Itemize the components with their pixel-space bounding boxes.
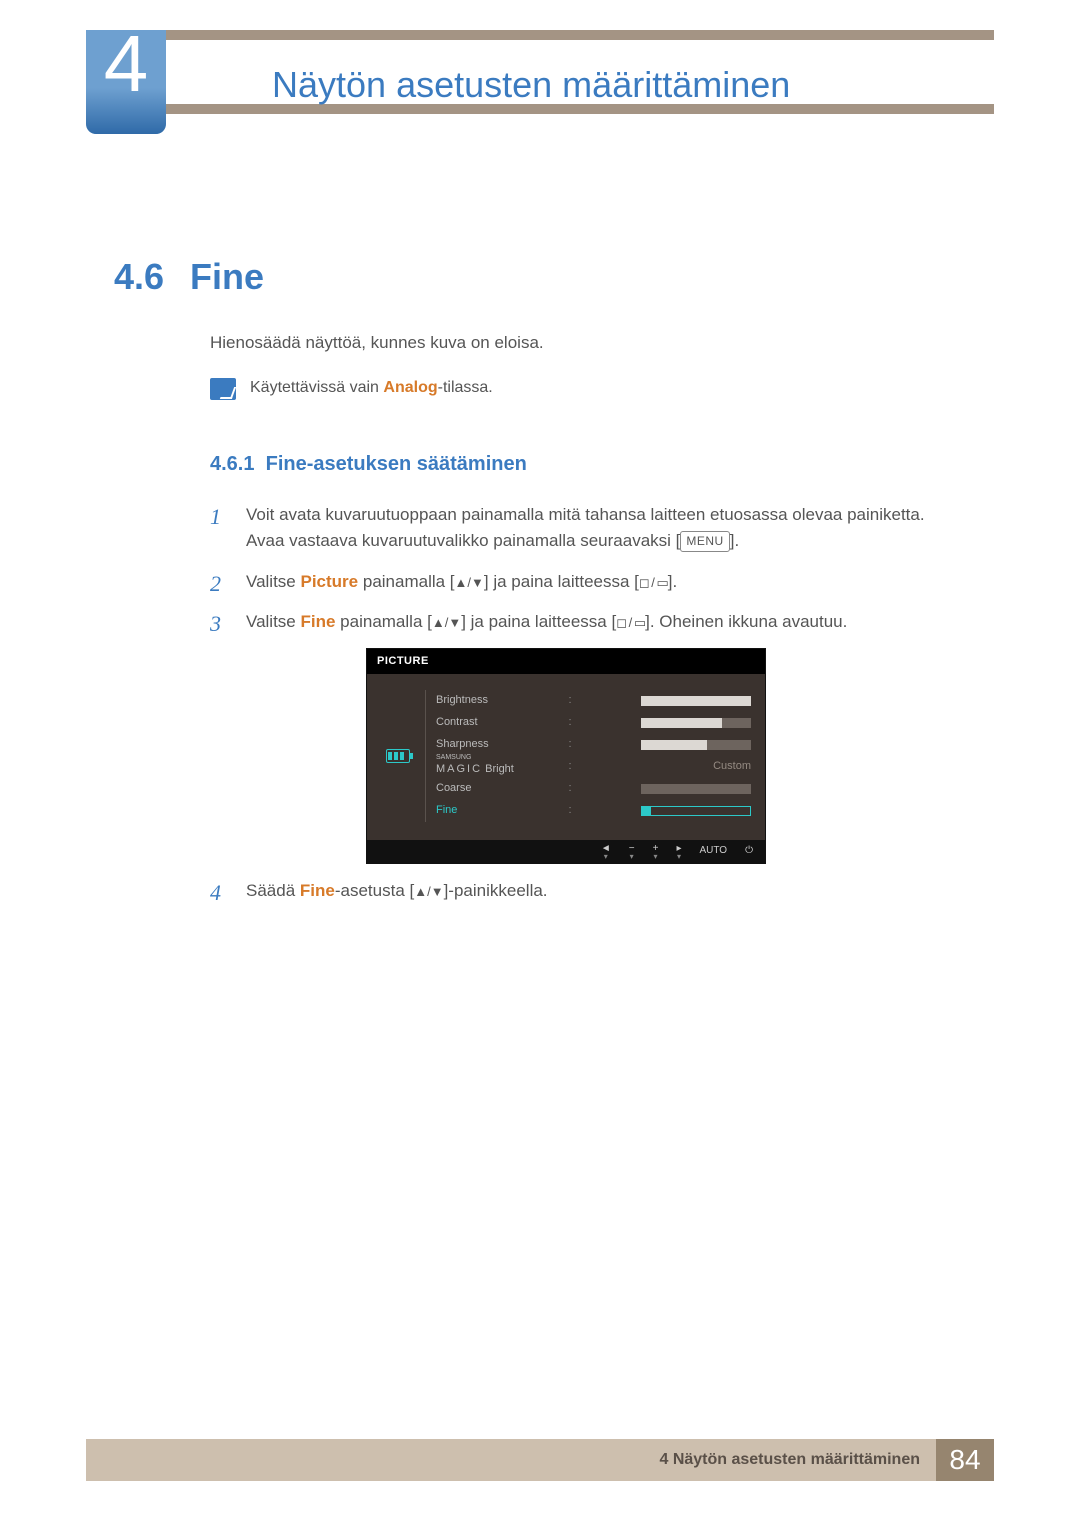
- osd-auto-label: AUTO: [699, 846, 727, 856]
- osd-plus-icon: +▾: [653, 844, 659, 860]
- page-footer: 4 Näytön asetusten määrittäminen 84: [86, 1439, 994, 1481]
- note-icon: [210, 378, 236, 400]
- chapter-badge: 4: [86, 30, 166, 134]
- intro-text: Hienosäädä näyttöä, kunnes kuva on elois…: [210, 330, 962, 356]
- picture-mode-icon: [386, 749, 410, 763]
- step-4: 4 Säädä Fine-asetusta [▲/▼]-painikkeella…: [210, 878, 962, 904]
- osd-title: PICTURE: [367, 649, 765, 674]
- up-down-icon: ▲/▼: [414, 884, 443, 899]
- body: Hienosäädä näyttöä, kunnes kuva on elois…: [210, 330, 962, 919]
- steps-list: 1 Voit avata kuvaruutuoppaan painamalla …: [210, 502, 962, 904]
- osd-coarse-bar: [641, 784, 751, 794]
- menu-button-label: MENU: [680, 531, 729, 552]
- enter-pair-icon: ◻ / ▭: [616, 615, 645, 630]
- osd-coarse-label: Coarse: [436, 780, 471, 797]
- osd-brightness-label: Brightness: [436, 692, 488, 709]
- up-down-icon: ▲/▼: [455, 575, 484, 590]
- osd-back-icon: ◄▾: [601, 844, 611, 860]
- footer-chapter-label: 4 Näytön asetusten määrittäminen: [86, 1439, 936, 1481]
- step-2: 2 Valitse Picture painamalla [▲/▼] ja pa…: [210, 569, 962, 595]
- osd-magic-label: SAMSUNGMAGIC Bright: [436, 755, 514, 778]
- chapter-header: Näytön asetusten määrittäminen 4: [86, 30, 994, 114]
- osd-contrast-label: Contrast: [436, 714, 478, 731]
- osd-power-icon: ⏻: [745, 846, 753, 856]
- note-text: Käytettävissä vain Analog-tilassa.: [250, 376, 493, 401]
- osd-picture-menu: PICTURE Brightness Contrast Sharpness SA…: [366, 648, 766, 865]
- up-down-icon: ▲/▼: [432, 615, 461, 630]
- osd-minus-icon: −▾: [629, 844, 635, 860]
- step-1: 1 Voit avata kuvaruutuoppaan painamalla …: [210, 502, 962, 555]
- note: Käytettävissä vain Analog-tilassa.: [210, 376, 962, 401]
- section-number: 4.6: [114, 256, 164, 298]
- section-heading: 4.6 Fine: [114, 256, 264, 298]
- osd-fine-bar: [641, 806, 751, 816]
- osd-magic-value: Custom: [713, 758, 751, 775]
- osd-footer: ◄▾ −▾ +▾ ▸▾ AUTO ⏻: [367, 840, 765, 864]
- page-number: 84: [936, 1439, 994, 1481]
- subsection-heading: 4.6.1 Fine-asetuksen säätäminen: [210, 449, 962, 480]
- osd-enter-icon: ▸▾: [676, 844, 681, 860]
- step-3: 3 Valitse Fine painamalla [▲/▼] ja paina…: [210, 609, 962, 864]
- osd-sharpness-bar: [641, 740, 751, 750]
- osd-sharpness-label: Sharpness: [436, 736, 489, 753]
- section-title: Fine: [190, 256, 264, 298]
- osd-brightness-bar: [641, 696, 751, 706]
- chapter-title: Näytön asetusten määrittäminen: [272, 64, 790, 106]
- chapter-number: 4: [104, 30, 149, 104]
- enter-pair-icon: ◻ / ▭: [639, 575, 668, 590]
- osd-fine-label: Fine: [436, 802, 457, 819]
- osd-contrast-bar: [641, 718, 751, 728]
